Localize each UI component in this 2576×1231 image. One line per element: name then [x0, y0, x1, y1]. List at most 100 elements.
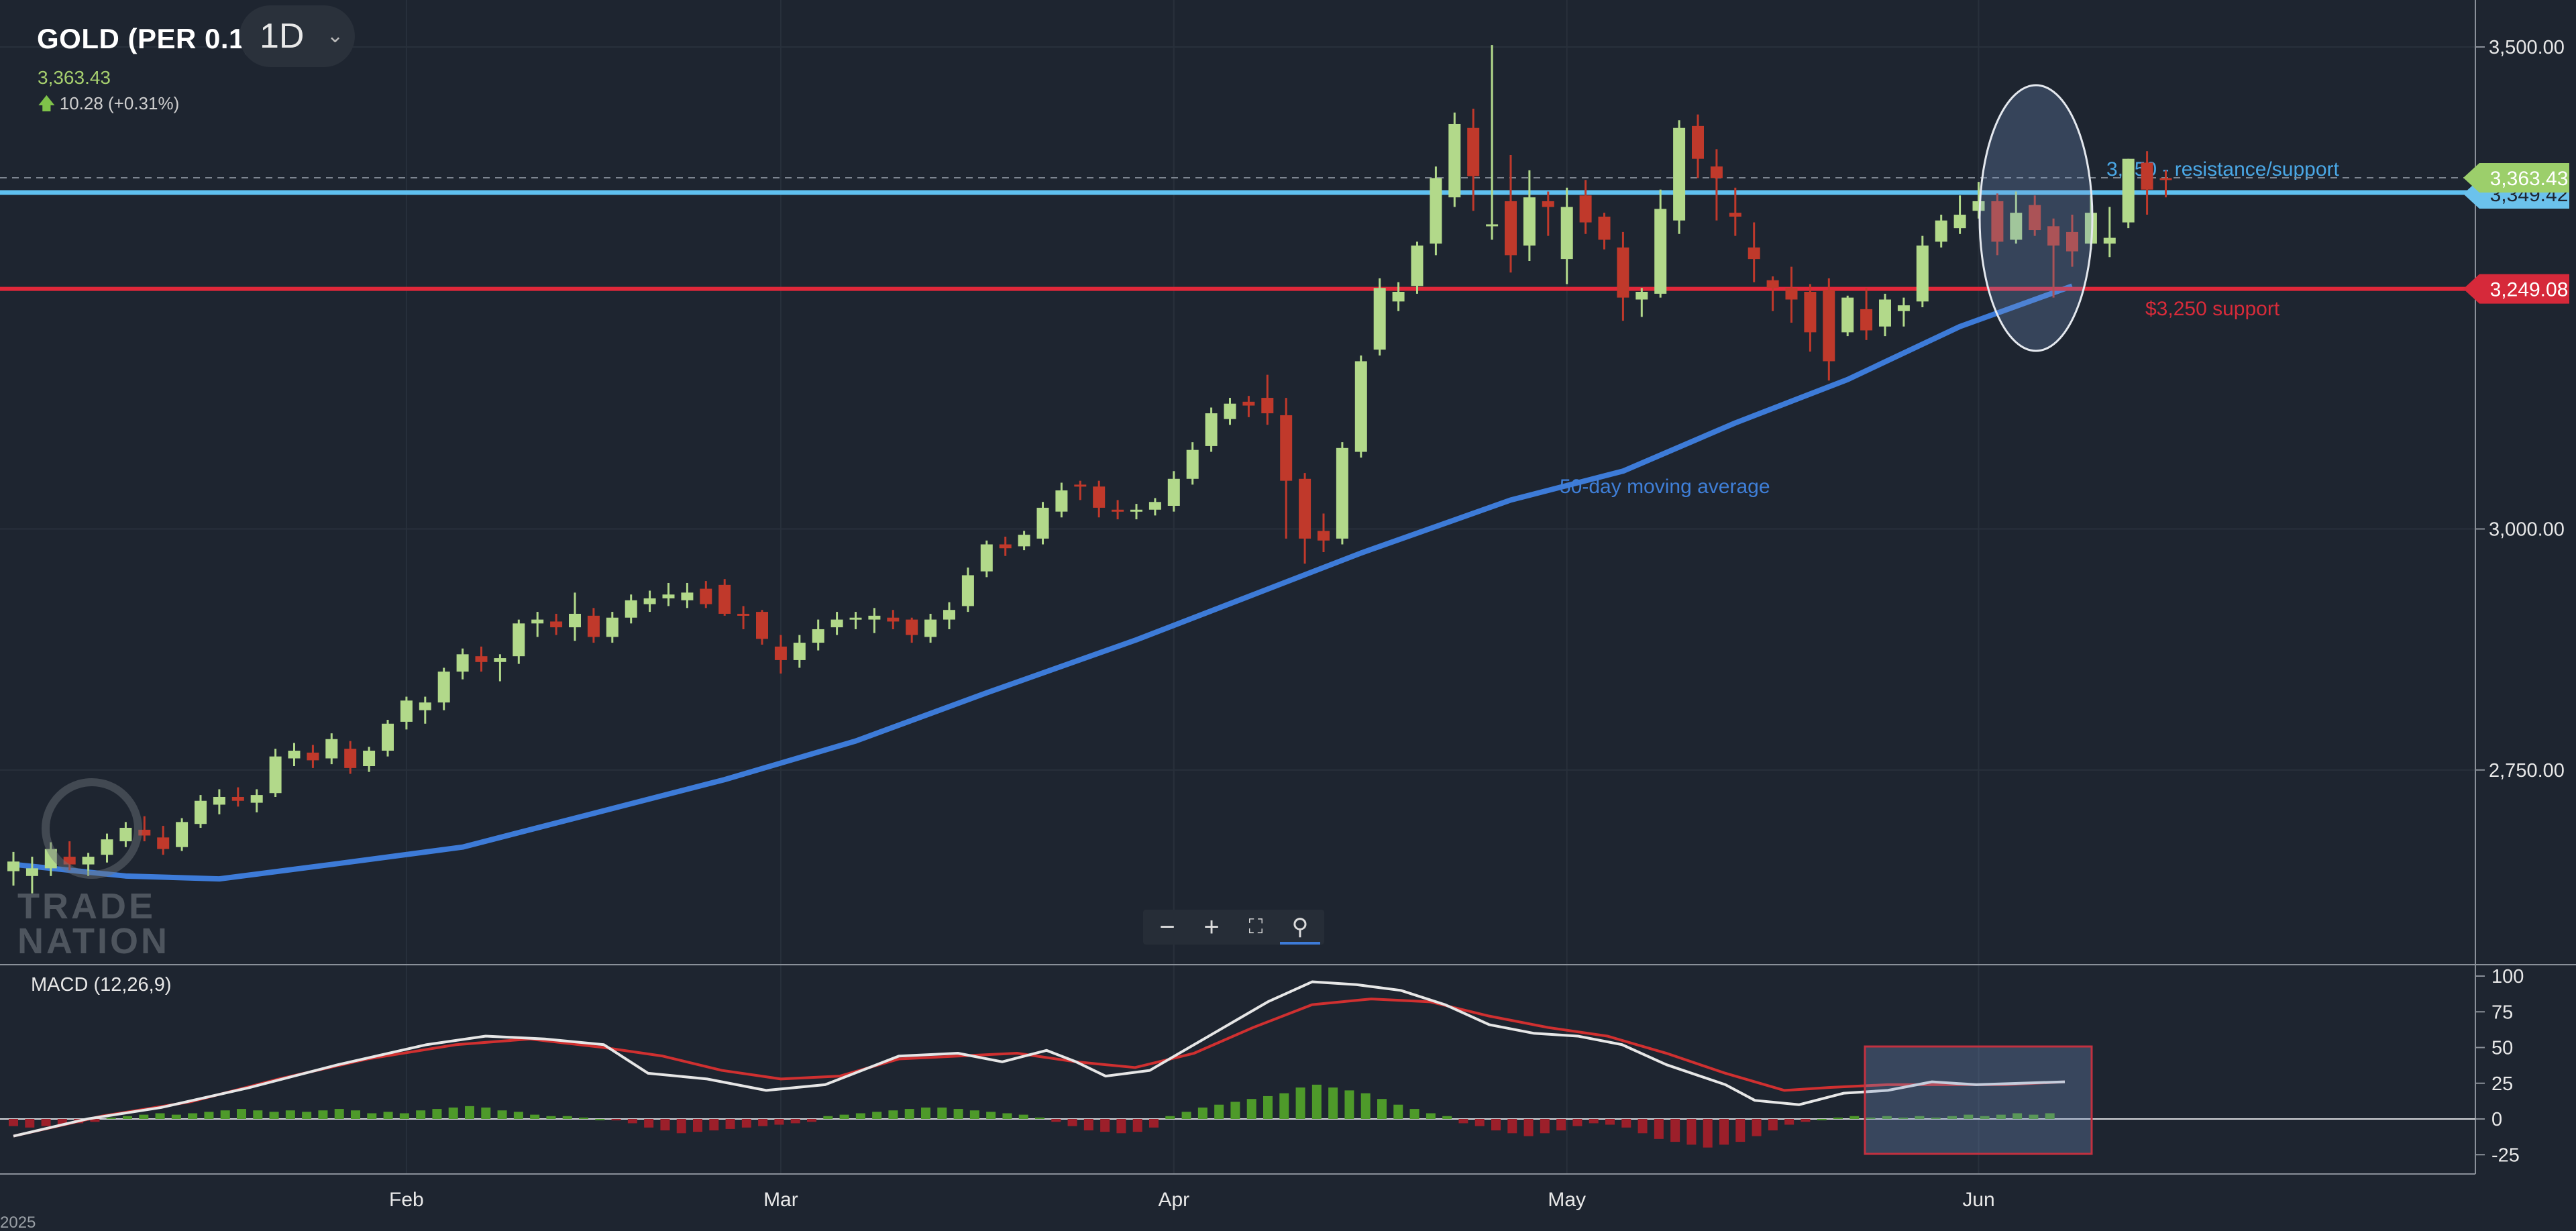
macd-histogram-bar: [1605, 1119, 1615, 1125]
macd-histogram-bar: [204, 1112, 214, 1119]
macd-histogram-bar: [1491, 1119, 1501, 1131]
macd-histogram-bar: [1246, 1099, 1256, 1119]
candle-body: [1448, 123, 1461, 198]
candle-body: [475, 656, 488, 662]
candle-body: [344, 749, 357, 768]
macd-histogram-bar: [839, 1114, 849, 1119]
macd-histogram-bar: [1638, 1119, 1648, 1134]
watermark-line2: NATION: [17, 921, 170, 961]
macd-histogram-bar: [888, 1110, 898, 1119]
macd-histogram-bar: [1670, 1119, 1680, 1142]
macd-histogram-bar: [807, 1119, 816, 1122]
macd-histogram-bar: [693, 1119, 702, 1132]
candle-body: [1112, 509, 1124, 512]
candle-body: [700, 588, 712, 604]
candle-body: [325, 739, 338, 759]
macd-histogram-bar: [399, 1113, 409, 1119]
support-badge-text: 3,249.08: [2490, 279, 2569, 301]
candle-body: [643, 598, 656, 604]
current-price-badge-text: 3,363.43: [2490, 168, 2569, 190]
macd-histogram-bar: [627, 1119, 637, 1124]
candle-body: [1261, 398, 1274, 414]
price-chart[interactable]: 50-day moving average 3,350 - resistance…: [0, 0, 2576, 1231]
macd-histogram-bar: [1621, 1119, 1631, 1128]
candle-body: [1299, 478, 1311, 539]
candle-body: [1935, 220, 1947, 242]
price-change-value: 10.28 (+0.31%): [59, 93, 180, 113]
macd-histogram-bar: [1132, 1119, 1142, 1132]
macd-histogram-bar: [1589, 1119, 1599, 1124]
candle-body: [1130, 509, 1142, 512]
macd-histogram-bar: [1035, 1117, 1044, 1119]
macd-histogram-bar: [953, 1109, 963, 1119]
candle-body: [1224, 403, 1236, 419]
macd-histogram-bar: [1735, 1119, 1746, 1142]
current-price: 3,363.43: [38, 67, 111, 88]
fullscreen-icon[interactable]: ⛶: [1236, 910, 1276, 945]
instrument-title: GOLD (PER 0.1): [37, 23, 255, 54]
candle-body: [2159, 178, 2172, 180]
macd-histogram-bar: [25, 1119, 35, 1128]
macd-histogram-bar: [513, 1112, 523, 1119]
macd-y-tick-label: -25: [2491, 1144, 2520, 1166]
macd-histogram-bar: [1328, 1087, 1338, 1119]
arrow-up-icon: 🡅: [38, 93, 56, 113]
candle-body: [906, 619, 918, 635]
macd-histogram-bar: [1295, 1087, 1305, 1119]
timeframe-button[interactable]: 1D ⌄: [239, 5, 355, 67]
macd-histogram-bar: [530, 1114, 540, 1119]
macd-histogram-bar: [595, 1119, 605, 1120]
candle-body: [662, 594, 675, 598]
magnifier-icon[interactable]: ⚲: [1280, 910, 1320, 945]
candle-body: [269, 756, 282, 794]
macd-histogram-bar: [1703, 1119, 1713, 1148]
zoom-out-icon[interactable]: −: [1147, 910, 1187, 945]
watermark-line1: TRADE: [17, 886, 156, 926]
candle-body: [681, 592, 694, 600]
zoom-in-icon[interactable]: +: [1191, 910, 1232, 945]
macd-histogram-bar: [1654, 1119, 1664, 1139]
candle-body: [1748, 247, 1760, 260]
macd-histogram-bar: [1018, 1114, 1028, 1119]
macd-histogram-bar: [1393, 1104, 1403, 1119]
candle-body: [456, 654, 469, 672]
macd-histogram-bar: [1458, 1119, 1468, 1124]
price-change: 🡅 10.28 (+0.31%): [38, 91, 179, 121]
candle-body: [1018, 535, 1030, 547]
candle-body: [961, 575, 974, 606]
support-label: $3,250 support: [2145, 298, 2280, 320]
candle-body: [1692, 125, 1704, 159]
macd-y-tick-label: 50: [2491, 1038, 2513, 1059]
macd-histogram-bar: [1426, 1113, 1436, 1119]
macd-histogram-bar: [481, 1107, 491, 1119]
macd-histogram-bar: [1377, 1099, 1387, 1119]
macd-histogram-bar: [269, 1112, 279, 1119]
macd-histogram-bar: [1083, 1119, 1093, 1131]
candle-body: [737, 613, 750, 616]
candle-body: [1430, 178, 1442, 244]
macd-y-tick-label: 0: [2491, 1109, 2502, 1130]
macd-histogram-bar: [351, 1110, 360, 1119]
candle-body: [924, 619, 937, 637]
candle-body: [812, 629, 824, 643]
macd-histogram-bar: [1540, 1119, 1550, 1134]
candle-body: [756, 612, 768, 639]
candle-body: [1598, 216, 1611, 240]
macd-histogram-bar: [497, 1110, 507, 1119]
macd-histogram-bar: [220, 1110, 230, 1119]
candle-body: [1354, 361, 1367, 452]
macd-histogram-bar: [855, 1113, 865, 1119]
candle-body: [1318, 531, 1330, 541]
macd-histogram-bar: [823, 1116, 833, 1119]
candle-body: [1036, 507, 1049, 539]
chart-window: 50-day moving average 3,350 - resistance…: [0, 0, 2576, 1231]
candle-body: [1280, 415, 1293, 481]
x-tick-label: Apr: [1158, 1189, 1189, 1211]
candle-body: [288, 751, 301, 759]
macd-histogram-bar: [1556, 1119, 1566, 1131]
chart-background: [0, 0, 2576, 1231]
macd-histogram-bar: [237, 1109, 246, 1119]
candle-body: [1560, 207, 1573, 260]
macd-y-tick-label: 25: [2491, 1073, 2513, 1095]
macd-histogram-bar: [1263, 1095, 1273, 1119]
